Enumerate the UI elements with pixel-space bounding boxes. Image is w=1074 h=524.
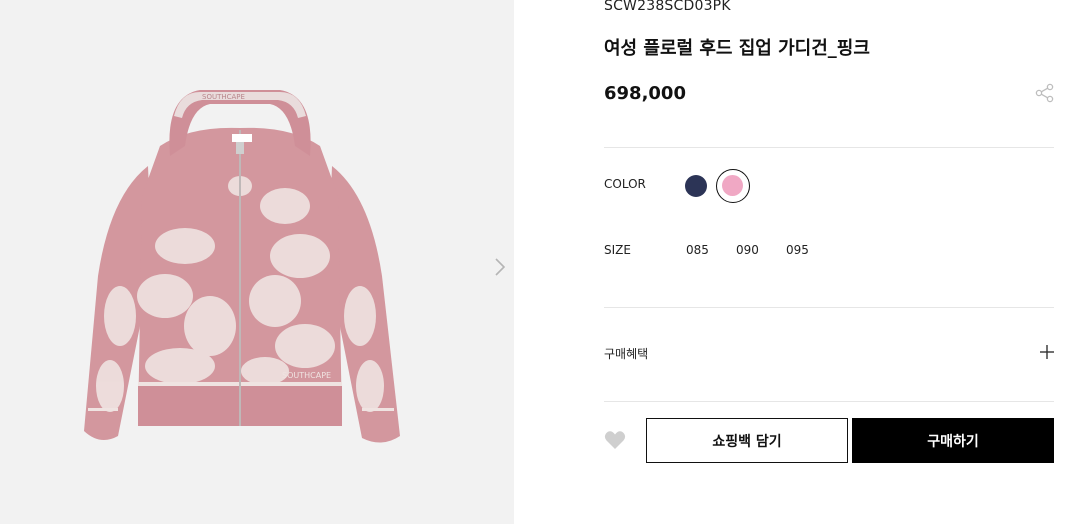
color-swatch-navy[interactable] bbox=[685, 175, 707, 197]
divider bbox=[604, 401, 1054, 402]
benefits-label[interactable]: 구매혜택 bbox=[604, 345, 648, 362]
product-gallery: SOUTHCAPE SOUTHCAPE bbox=[0, 0, 514, 524]
color-swatch-pink[interactable] bbox=[716, 169, 750, 203]
add-to-bag-button[interactable]: 쇼핑백 담기 bbox=[646, 418, 848, 463]
plus-icon[interactable] bbox=[1040, 345, 1054, 359]
product-price: 698,000 bbox=[604, 83, 686, 104]
garment-brand-text: SOUTHCAPE bbox=[282, 371, 331, 380]
color-label: COLOR bbox=[604, 177, 646, 191]
share-icon[interactable] bbox=[1034, 82, 1056, 104]
divider bbox=[604, 307, 1054, 308]
buy-now-button[interactable]: 구매하기 bbox=[852, 418, 1054, 463]
product-sku: SCW238SCD03PK bbox=[604, 0, 731, 14]
heart-icon[interactable] bbox=[604, 430, 626, 450]
product-image: SOUTHCAPE SOUTHCAPE bbox=[84, 90, 400, 443]
hood-trim-text: SOUTHCAPE bbox=[202, 93, 245, 101]
product-info-panel: SCW238SCD03PK 여성 플로럴 후드 집업 가디건_핑크 698,00… bbox=[514, 0, 1074, 524]
size-option[interactable]: 085 bbox=[686, 243, 709, 257]
size-option[interactable]: 090 bbox=[736, 243, 759, 257]
size-label: SIZE bbox=[604, 243, 631, 257]
color-swatch-pink-fill bbox=[722, 175, 743, 196]
chevron-right-icon[interactable] bbox=[492, 256, 508, 278]
product-title: 여성 플로럴 후드 집업 가디건_핑크 bbox=[604, 38, 870, 59]
size-option[interactable]: 095 bbox=[786, 243, 809, 257]
divider bbox=[604, 147, 1054, 148]
